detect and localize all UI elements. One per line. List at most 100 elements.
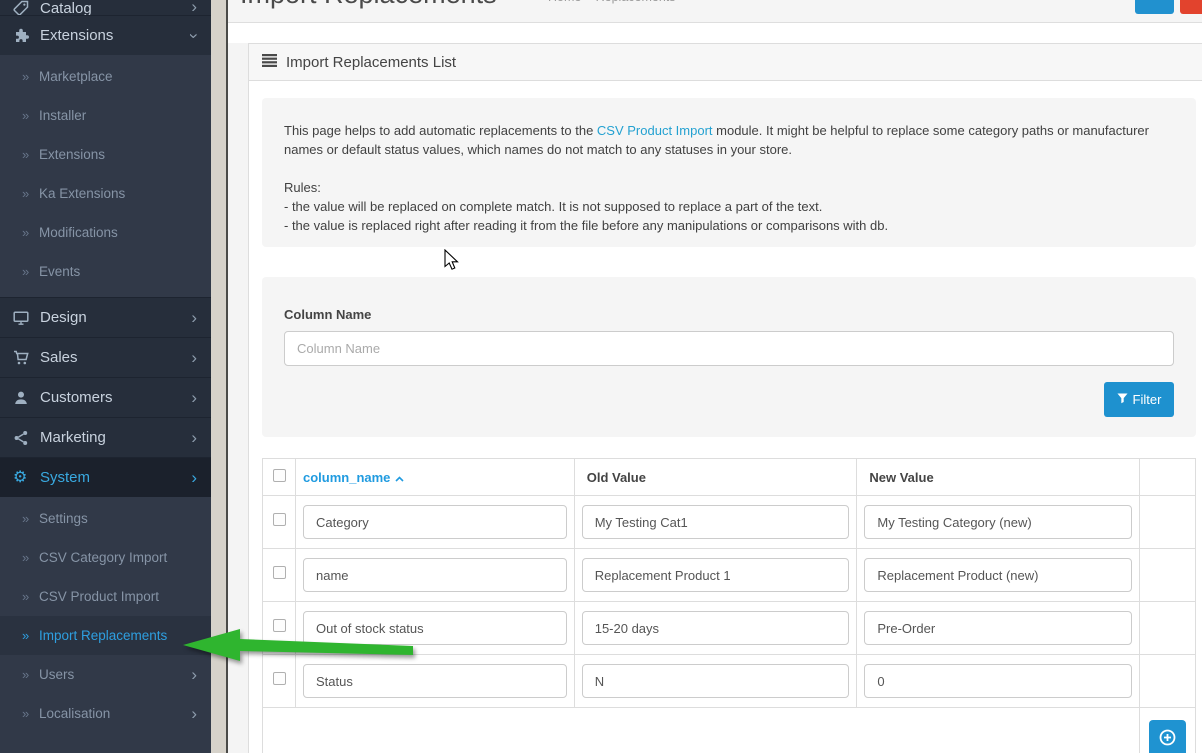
new-value-input[interactable] bbox=[864, 505, 1132, 539]
sidebar-item-label: Installer bbox=[39, 108, 197, 123]
sidebar-item-label: Settings bbox=[39, 511, 197, 526]
old-value-input[interactable] bbox=[582, 611, 850, 645]
page-header: Import Replacements Home > Replacements bbox=[228, 0, 1202, 23]
page-title: Import Replacements bbox=[240, 0, 497, 10]
list-icon bbox=[262, 54, 277, 71]
filter-box: Column Name Filter bbox=[262, 277, 1196, 437]
sidebar-item-label: Sales bbox=[40, 349, 191, 366]
sidebar-item-csv-product-import[interactable]: » CSV Product Import bbox=[0, 577, 211, 616]
sidebar-item-marketplace[interactable]: » Marketplace bbox=[0, 57, 211, 96]
sidebar-item-label: Modifications bbox=[39, 225, 197, 240]
old-value-header: Old Value bbox=[574, 459, 857, 496]
sidebar-item-customers[interactable]: Customers › bbox=[0, 377, 211, 417]
row-checkbox[interactable] bbox=[273, 566, 286, 579]
sidebar-item-csv-category-import[interactable]: » CSV Category Import bbox=[0, 538, 211, 577]
puzzle-icon bbox=[13, 28, 40, 44]
sidebar-filler bbox=[0, 733, 211, 749]
new-value-header: New Value bbox=[857, 459, 1140, 496]
row-checkbox[interactable] bbox=[273, 513, 286, 526]
save-button[interactable] bbox=[1135, 0, 1174, 14]
angles-right-icon: » bbox=[22, 147, 39, 162]
sidebar-item-label: Marketplace bbox=[39, 69, 197, 84]
table-footer-row bbox=[263, 708, 1196, 753]
chevron-down-icon: › bbox=[187, 33, 201, 39]
monitor-icon bbox=[13, 310, 40, 326]
angles-right-icon: » bbox=[22, 550, 39, 565]
sidebar-item-ka-extensions[interactable]: » Ka Extensions bbox=[0, 174, 211, 213]
old-value-input[interactable] bbox=[582, 558, 850, 592]
sidebar-item-label: Extensions bbox=[40, 27, 191, 44]
column-name-input[interactable] bbox=[303, 664, 567, 698]
breadcrumb: Home > Replacements bbox=[548, 0, 676, 4]
sidebar-item-extensions-sub[interactable]: » Extensions bbox=[0, 135, 211, 174]
sidebar-item-extensions[interactable]: Extensions › bbox=[0, 15, 211, 55]
old-value-input[interactable] bbox=[582, 664, 850, 698]
sidebar-item-label: System bbox=[40, 469, 191, 486]
table-row bbox=[263, 549, 1196, 602]
breadcrumb-home-link[interactable]: Home bbox=[548, 0, 581, 4]
sidebar-item-events[interactable]: » Events bbox=[0, 252, 211, 291]
sidebar-item-installer[interactable]: » Installer bbox=[0, 96, 211, 135]
info-rules: Rules: - the value will be replaced on c… bbox=[284, 178, 1174, 235]
chevron-right-icon: › bbox=[191, 471, 197, 485]
cancel-button[interactable] bbox=[1180, 0, 1202, 14]
angles-right-icon: » bbox=[22, 186, 39, 201]
mouse-cursor bbox=[444, 249, 460, 271]
sidebar-item-settings[interactable]: » Settings bbox=[0, 499, 211, 538]
column-name-input[interactable] bbox=[303, 558, 567, 592]
filter-label: Column Name bbox=[284, 307, 1174, 322]
sort-asc-icon bbox=[395, 470, 404, 485]
table-row bbox=[263, 496, 1196, 549]
plus-circle-icon bbox=[1159, 729, 1176, 749]
info-box: This page helps to add automatic replace… bbox=[262, 98, 1196, 247]
sidebar-item-label: Ka Extensions bbox=[39, 186, 197, 201]
sidebar-item-system[interactable]: ⚙ System › bbox=[0, 457, 211, 497]
new-value-input[interactable] bbox=[864, 664, 1132, 698]
sidebar-item-label: Import Replacements bbox=[39, 628, 197, 643]
angles-right-icon: » bbox=[22, 511, 39, 526]
add-row-button[interactable] bbox=[1149, 720, 1186, 753]
sidebar-item-label: Events bbox=[39, 264, 197, 279]
info-paragraph: This page helps to add automatic replace… bbox=[284, 121, 1174, 159]
sort-column-name-link[interactable]: column_name bbox=[303, 470, 404, 485]
sidebar-item-localisation[interactable]: » Localisation › bbox=[0, 694, 211, 733]
header-gap bbox=[228, 23, 1202, 43]
extensions-submenu: » Marketplace » Installer » Extensions »… bbox=[0, 55, 211, 297]
filter-button[interactable]: Filter bbox=[1104, 382, 1174, 417]
cart-icon bbox=[13, 350, 40, 366]
new-value-input[interactable] bbox=[864, 611, 1132, 645]
angles-right-icon: » bbox=[22, 264, 39, 279]
csv-product-import-link[interactable]: CSV Product Import bbox=[597, 123, 713, 138]
tag-icon bbox=[13, 0, 40, 15]
chevron-right-icon: › bbox=[191, 707, 197, 721]
old-value-input[interactable] bbox=[582, 505, 850, 539]
angles-right-icon: » bbox=[22, 706, 39, 721]
sidebar-item-label: CSV Category Import bbox=[39, 550, 197, 565]
column-name-filter-input[interactable] bbox=[284, 331, 1174, 366]
chevron-right-icon: › bbox=[191, 351, 197, 365]
user-icon bbox=[13, 390, 40, 406]
sidebar-item-catalog[interactable]: Catalog › bbox=[0, 0, 211, 15]
angles-right-icon: » bbox=[22, 108, 39, 123]
sidebar-item-design[interactable]: Design › bbox=[0, 297, 211, 337]
sidebar-item-sales[interactable]: Sales › bbox=[0, 337, 211, 377]
sidebar-item-modifications[interactable]: » Modifications bbox=[0, 213, 211, 252]
angles-right-icon: » bbox=[22, 628, 39, 643]
sidebar-item-label: Design bbox=[40, 309, 191, 326]
sidebar-item-label: Extensions bbox=[39, 147, 197, 162]
new-value-input[interactable] bbox=[864, 558, 1132, 592]
column-name-input[interactable] bbox=[303, 505, 567, 539]
gear-icon: ⚙ bbox=[13, 470, 40, 486]
select-all-checkbox[interactable] bbox=[273, 469, 286, 482]
table-header-row: column_name Old Value New Value bbox=[263, 459, 1196, 496]
sidebar-item-label: Users bbox=[39, 667, 191, 682]
green-arrow-annotation bbox=[180, 625, 420, 665]
sidebar-item-label: Localisation bbox=[39, 706, 191, 721]
sidebar-item-marketing[interactable]: Marketing › bbox=[0, 417, 211, 457]
row-checkbox[interactable] bbox=[273, 672, 286, 685]
rules-title: Rules: bbox=[284, 178, 1174, 197]
replacements-table: column_name Old Value New Value bbox=[262, 458, 1196, 753]
rule-line: - the value is replaced right after read… bbox=[284, 216, 1174, 235]
sidebar-item-label: CSV Product Import bbox=[39, 589, 197, 604]
admin-app: Catalog › Extensions › » Marketplace » I… bbox=[0, 0, 1202, 753]
